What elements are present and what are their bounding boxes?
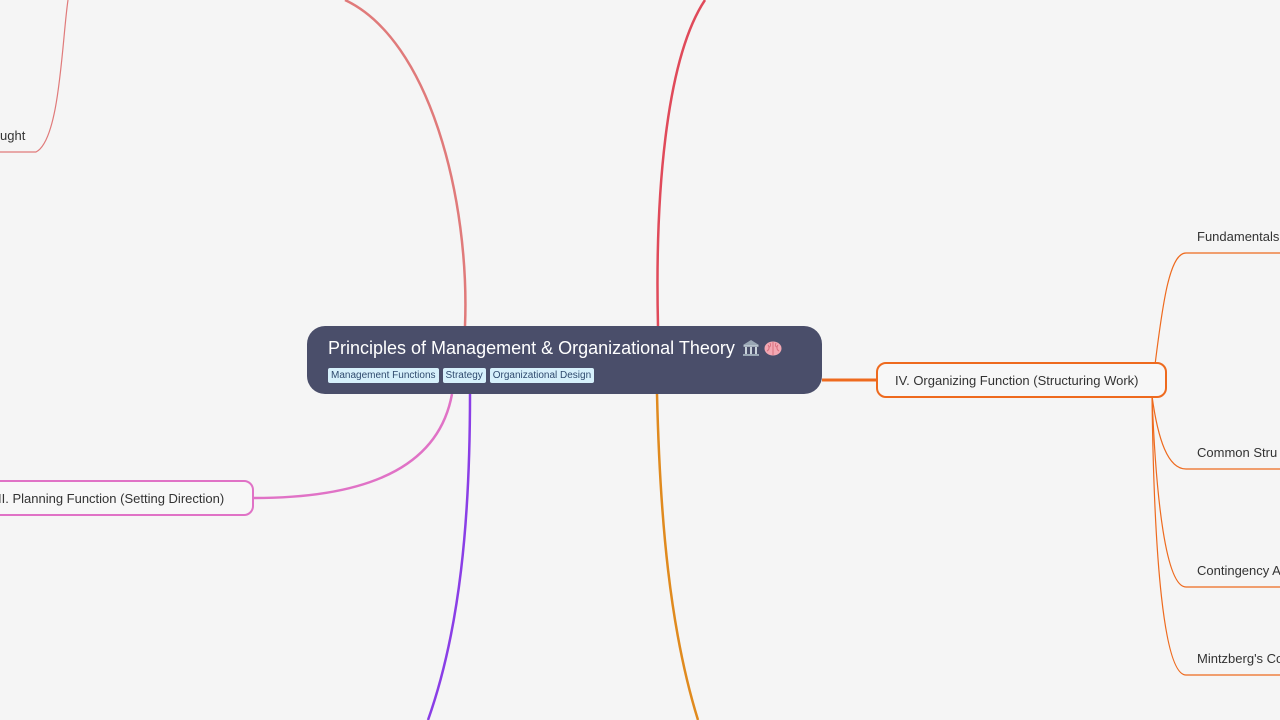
branch-planning-label: II. Planning Function (Setting Direction… xyxy=(0,490,225,506)
edge-organizing-to-mintzberg xyxy=(1151,395,1280,676)
leaf-common-structures[interactable]: Common Stru xyxy=(1197,445,1277,461)
root-tag-list: Management Functions Strategy Organizati… xyxy=(328,368,802,383)
branch-planning-function[interactable]: II. Planning Function (Setting Direction… xyxy=(0,480,254,516)
edge-root-to-top-right xyxy=(656,0,707,327)
root-topic-title: Principles of Management & Organizationa… xyxy=(328,338,735,358)
leaf-thought[interactable]: ught xyxy=(0,128,25,144)
edge-organizing-to-contingency xyxy=(1151,395,1280,588)
branch-organizing-function[interactable]: IV. Organizing Function (Structuring Wor… xyxy=(876,362,1167,398)
leaf-fundamentals[interactable]: Fundamentals xyxy=(1197,229,1279,245)
edge-root-to-bottom-purple xyxy=(426,393,472,720)
leaf-contingency[interactable]: Contingency A xyxy=(1197,563,1280,579)
edge-root-to-planning xyxy=(253,393,454,500)
branch-organizing-label: IV. Organizing Function (Structuring Wor… xyxy=(895,372,1139,388)
tag-management-functions[interactable]: Management Functions xyxy=(328,368,439,383)
tag-organizational-design[interactable]: Organizational Design xyxy=(489,368,595,383)
leaf-mintzberg[interactable]: Mintzberg's Co xyxy=(1197,651,1280,667)
edge-organizing-to-fundamentals xyxy=(1154,252,1280,366)
mindmap-canvas[interactable]: Principles of Management & Organizationa… xyxy=(0,0,1280,720)
root-topic-node[interactable]: Principles of Management & Organizationa… xyxy=(307,326,822,394)
brain-icon xyxy=(764,341,782,356)
edge-root-to-bottom-amber xyxy=(655,393,700,720)
classical-building-icon xyxy=(742,340,759,356)
tag-strategy[interactable]: Strategy xyxy=(442,368,486,383)
edge-root-to-top-left xyxy=(344,0,467,327)
